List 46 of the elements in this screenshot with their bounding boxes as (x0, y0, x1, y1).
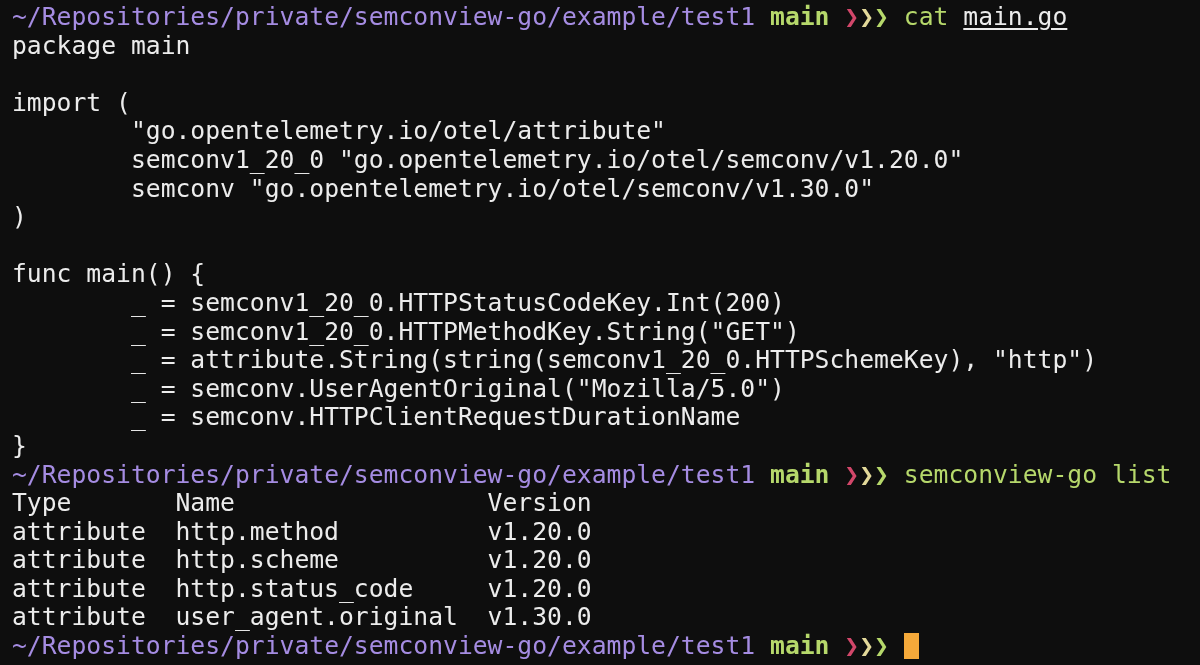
code-line: _ = attribute.String(string(semconv1_20_0.HTTPSchemeKey), "http") (129, 346, 1097, 375)
prompt-path: ~/Repositories/private/semconview-go/example/test1 (12, 3, 756, 32)
table-cell: v1.20.0 (487, 574, 592, 604)
code-line: ) (12, 203, 27, 232)
column-header: Name (175, 489, 236, 518)
git-branch: main (770, 632, 830, 661)
prompt-path: ~/Repositories/private/semconview-go/example/test1 (12, 632, 756, 661)
code-line: package main (12, 31, 191, 61)
code-line: _ = semconv1_20_0.HTTPStatusCodeKey.Int(200) (129, 288, 785, 318)
prompt-chevron: ❯ (859, 460, 875, 490)
column-header: Version (487, 489, 592, 518)
prompt-path: ~/Repositories/private/semconview-go/example/test1 (12, 460, 756, 490)
column-header: Type (12, 489, 73, 518)
command-text: cat (903, 3, 949, 32)
prompt-chevron: ❯ (844, 3, 860, 32)
code-line: "go.opentelemetry.io/otel/attribute" (129, 117, 666, 146)
prompt-chevron: ❯ (859, 632, 875, 661)
table-cell-text: attribute (12, 546, 147, 575)
table-cell-text: user_agent.original (175, 603, 459, 633)
code-line: import ( (12, 88, 131, 118)
code-line: semconv1_20_0 "go.opentelemetry.io/otel/semconv/v1.20.0" (129, 145, 964, 175)
prompt-chevron: ❯ (874, 3, 889, 32)
table-cell: v1.20.0 (487, 546, 592, 575)
git-branch: main (770, 3, 830, 32)
table-cell-text: attribute (12, 574, 147, 604)
code-line: _ = semconv.HTTPClientRequestDurationName (129, 403, 741, 432)
code-line: _ = semconv1_20_0.HTTPMethodKey.String("GET") (129, 317, 800, 347)
prompt-chevron: ❯ (859, 3, 875, 32)
prompt-chevron: ❯ (874, 460, 889, 490)
prompt-chevron: ❯ (874, 632, 889, 661)
code-line: semconv "go.opentelemetry.io/otel/semconv/v1.30.0" (129, 174, 875, 204)
prompt-chevron: ❯ (844, 460, 860, 490)
code-line: _ = semconv.UserAgentOriginal("Mozilla/5.0") (129, 374, 785, 404)
table-cell-text: http.status_code (175, 574, 415, 604)
code-line: } (12, 431, 27, 461)
table-cell: v1.20.0 (487, 517, 592, 547)
code-line: func main() { (12, 260, 206, 289)
prompt-chevron: ❯ (844, 632, 860, 661)
table-cell-text: http.method (175, 517, 340, 547)
table-cell-text: attribute (12, 603, 147, 633)
git-branch: main (770, 460, 830, 490)
table-cell: v1.30.0 (487, 603, 592, 633)
table-cell-text: attribute (12, 517, 147, 547)
file-argument: main.go (963, 3, 1068, 32)
table-cell-text: http.scheme (175, 546, 340, 575)
command-text: semconview-go list (903, 460, 1172, 490)
